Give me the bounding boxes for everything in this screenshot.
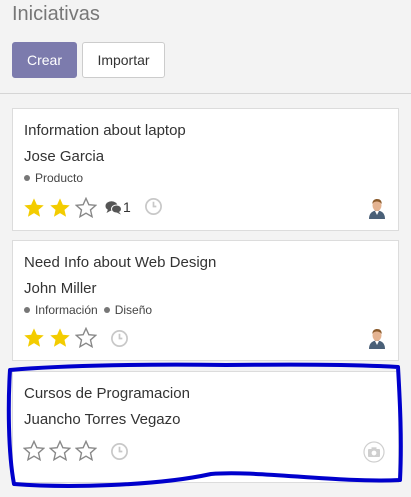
- star-empty-icon[interactable]: [75, 440, 97, 462]
- priority-stars[interactable]: [23, 197, 101, 219]
- card-partner: John Miller: [24, 280, 97, 297]
- card-title: Need Info about Web Design: [24, 254, 217, 271]
- star-filled-icon[interactable]: [23, 197, 45, 219]
- comments-icon: [105, 200, 122, 214]
- card-partner: Jose Garcia: [24, 148, 105, 165]
- kanban-card[interactable]: Information about laptop Jose Garcia Pro…: [12, 108, 399, 231]
- tag: Producto: [24, 171, 83, 185]
- clock-icon[interactable]: [144, 197, 163, 216]
- kanban-card[interactable]: Cursos de Programacion Juancho Torres Ve…: [12, 371, 399, 483]
- tag-list: Producto: [24, 171, 89, 185]
- tag-list: Información Diseño: [24, 303, 158, 317]
- star-empty-icon[interactable]: [75, 327, 97, 349]
- star-filled-icon[interactable]: [49, 327, 71, 349]
- page-title: Iniciativas: [12, 3, 100, 25]
- star-empty-icon[interactable]: [75, 197, 97, 219]
- message-count-value: 1: [123, 199, 131, 215]
- star-filled-icon[interactable]: [23, 327, 45, 349]
- clock-icon[interactable]: [110, 442, 129, 461]
- message-count[interactable]: 1: [105, 199, 131, 215]
- tag: Diseño: [103, 303, 152, 317]
- card-title: Information about laptop: [24, 122, 186, 139]
- create-button[interactable]: Crear: [12, 42, 77, 78]
- card-partner: Juancho Torres Vegazo: [24, 411, 181, 428]
- avatar[interactable]: [366, 327, 388, 349]
- kanban-card[interactable]: Need Info about Web Design John Miller I…: [12, 240, 399, 361]
- divider: [0, 93, 411, 94]
- star-empty-icon[interactable]: [49, 440, 71, 462]
- camera-placeholder-icon[interactable]: [363, 441, 385, 463]
- avatar[interactable]: [366, 197, 388, 219]
- priority-stars[interactable]: [23, 327, 101, 349]
- clock-icon[interactable]: [110, 329, 129, 348]
- card-title: Cursos de Programacion: [24, 385, 190, 402]
- star-filled-icon[interactable]: [49, 197, 71, 219]
- tag: Información: [24, 303, 98, 317]
- priority-stars[interactable]: [23, 440, 101, 462]
- star-empty-icon[interactable]: [23, 440, 45, 462]
- import-button[interactable]: Importar: [82, 42, 165, 78]
